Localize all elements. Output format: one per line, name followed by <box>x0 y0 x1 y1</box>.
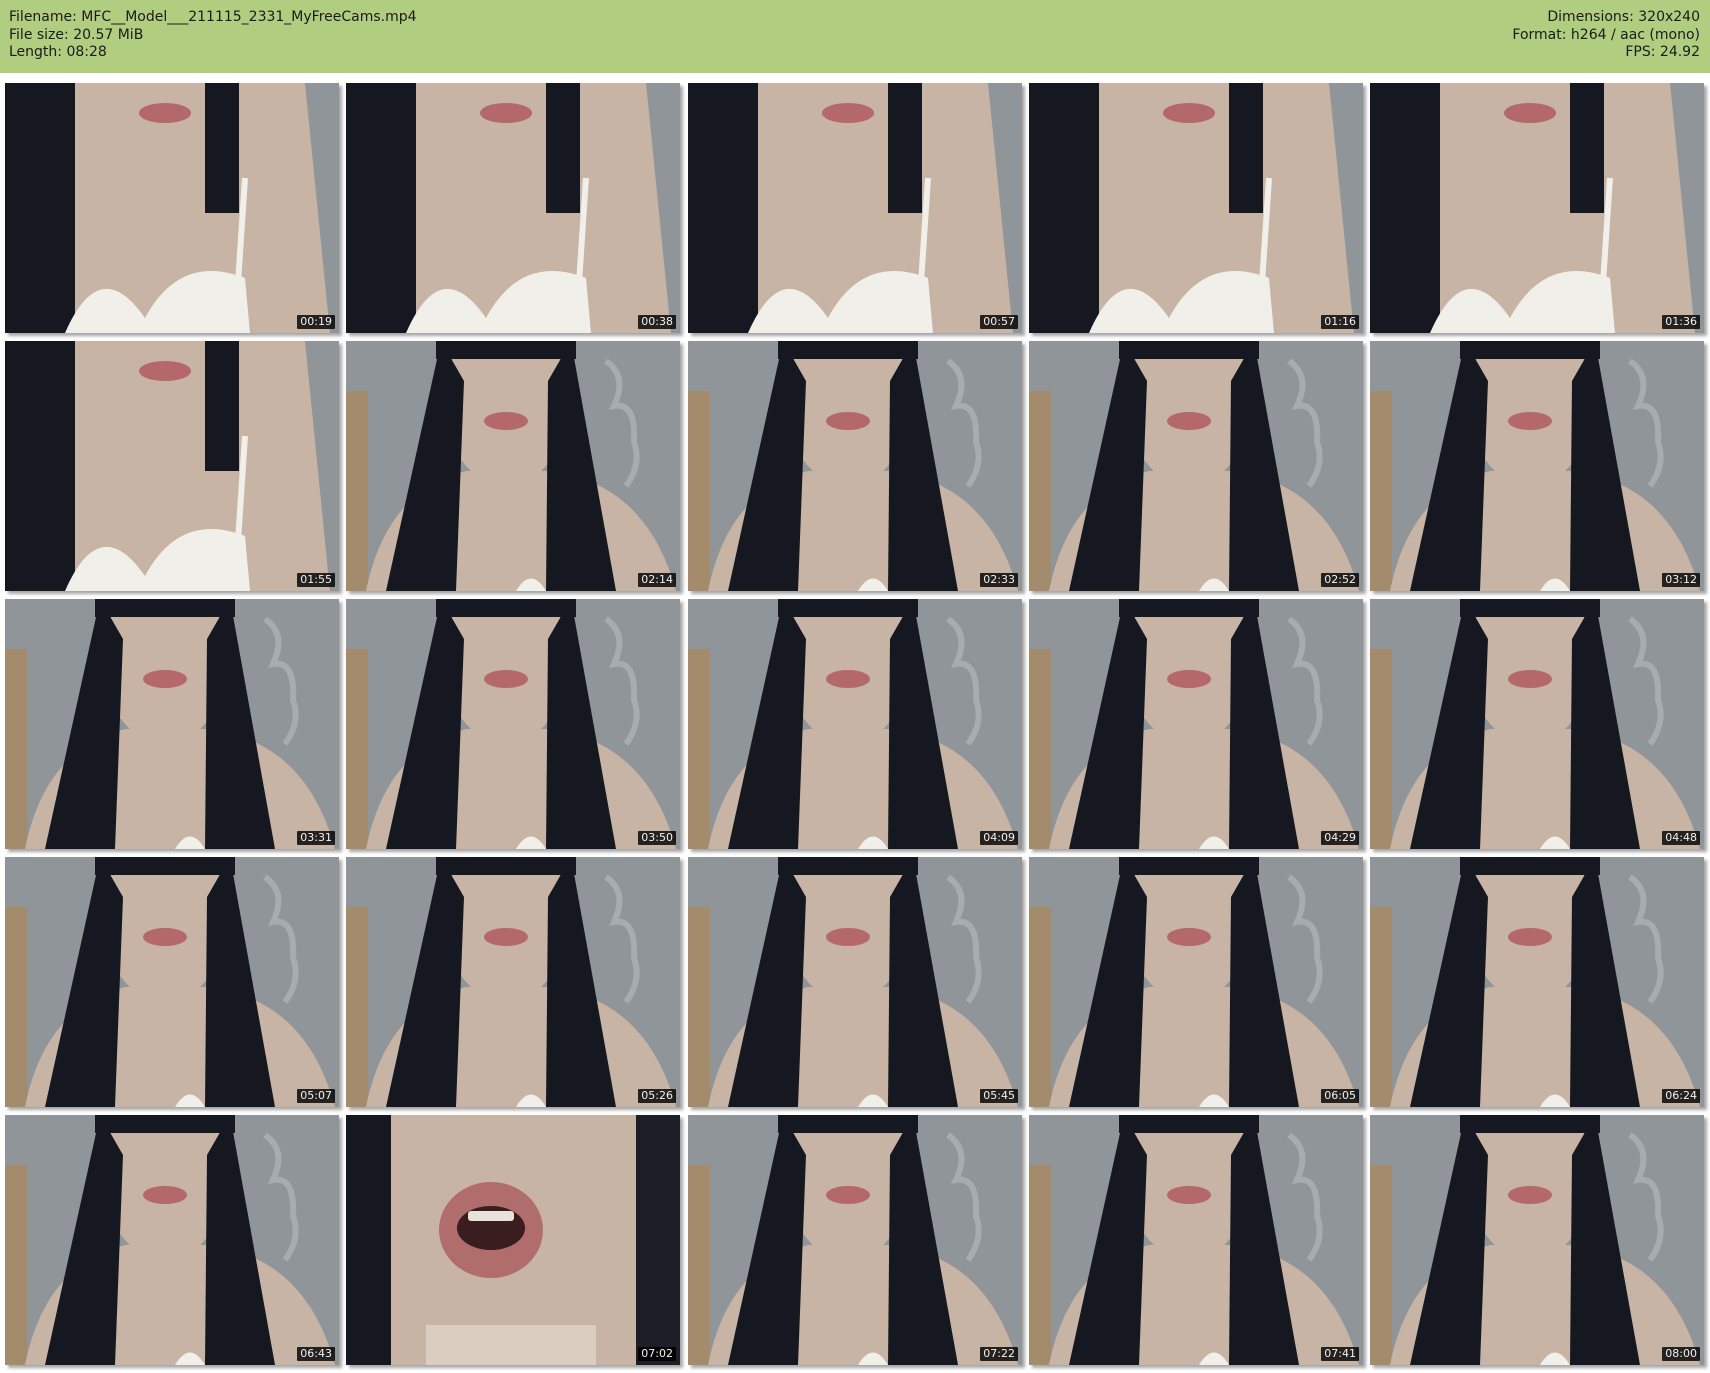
video-frame-thumbnail: 03:31 <box>5 599 339 849</box>
frame-timestamp: 07:22 <box>980 1347 1018 1361</box>
video-frame-thumbnail: 08:00 <box>1370 1115 1704 1365</box>
frame-timestamp: 04:09 <box>980 831 1018 845</box>
video-frame-thumbnail: 03:50 <box>346 599 680 849</box>
frame-timestamp: 06:24 <box>1662 1089 1700 1103</box>
frame-image <box>5 1115 339 1365</box>
frame-image <box>688 341 1022 591</box>
frame-image <box>346 341 680 591</box>
frame-timestamp: 02:52 <box>1321 573 1359 587</box>
frame-image <box>1370 857 1704 1107</box>
video-frame-thumbnail: 05:26 <box>346 857 680 1107</box>
video-frame-thumbnail: 07:02 <box>346 1115 680 1365</box>
frame-image <box>5 341 339 591</box>
frame-image <box>346 599 680 849</box>
frame-timestamp: 02:14 <box>638 573 676 587</box>
frame-timestamp: 06:43 <box>297 1347 335 1361</box>
frame-timestamp: 05:45 <box>980 1089 1018 1103</box>
frame-timestamp: 00:38 <box>638 315 676 329</box>
video-frame-thumbnail: 01:36 <box>1370 83 1704 333</box>
video-frame-thumbnail: 07:41 <box>1029 1115 1363 1365</box>
frame-timestamp: 04:48 <box>1662 831 1700 845</box>
video-frame-thumbnail: 02:14 <box>346 341 680 591</box>
video-frame-thumbnail: 00:19 <box>5 83 339 333</box>
frame-image <box>688 599 1022 849</box>
frame-image <box>1370 341 1704 591</box>
frame-timestamp: 00:19 <box>297 315 335 329</box>
frame-image <box>346 1115 680 1365</box>
video-frame-thumbnail: 06:05 <box>1029 857 1363 1107</box>
frame-image <box>1370 1115 1704 1365</box>
video-frame-thumbnail: 03:12 <box>1370 341 1704 591</box>
video-frame-thumbnail: 01:55 <box>5 341 339 591</box>
frame-timestamp: 07:41 <box>1321 1347 1359 1361</box>
video-frame-thumbnail: 04:48 <box>1370 599 1704 849</box>
video-frame-thumbnail: 06:24 <box>1370 857 1704 1107</box>
frame-timestamp: 03:31 <box>297 831 335 845</box>
frame-image <box>688 83 1022 333</box>
frame-image <box>1370 83 1704 333</box>
frame-timestamp: 08:00 <box>1662 1347 1700 1361</box>
video-frame-thumbnail: 06:43 <box>5 1115 339 1365</box>
frame-timestamp: 06:05 <box>1321 1089 1359 1103</box>
video-frame-thumbnail: 04:09 <box>688 599 1022 849</box>
video-frame-thumbnail: 01:16 <box>1029 83 1363 333</box>
frame-image <box>5 83 339 333</box>
video-frame-thumbnail: 00:38 <box>346 83 680 333</box>
frame-timestamp: 04:29 <box>1321 831 1359 845</box>
frame-image <box>346 83 680 333</box>
video-frame-thumbnail: 02:52 <box>1029 341 1363 591</box>
frame-image <box>1029 599 1363 849</box>
frame-image <box>1029 1115 1363 1365</box>
frame-timestamp: 03:12 <box>1662 573 1700 587</box>
frame-image <box>688 857 1022 1107</box>
video-frame-thumbnail: 00:57 <box>688 83 1022 333</box>
frame-image <box>346 857 680 1107</box>
video-frame-thumbnail: 07:22 <box>688 1115 1022 1365</box>
frame-image <box>688 1115 1022 1365</box>
frame-timestamp: 01:36 <box>1662 315 1700 329</box>
frame-timestamp: 00:57 <box>980 315 1018 329</box>
frame-timestamp: 05:26 <box>638 1089 676 1103</box>
thumbnail-grid: 00:19 00:38 00:57 01:16 01:36 01:55 02:1… <box>0 0 1710 1373</box>
frame-image <box>5 599 339 849</box>
frame-timestamp: 01:55 <box>297 573 335 587</box>
frame-timestamp: 02:33 <box>980 573 1018 587</box>
video-frame-thumbnail: 05:45 <box>688 857 1022 1107</box>
video-frame-thumbnail: 02:33 <box>688 341 1022 591</box>
frame-image <box>1029 341 1363 591</box>
frame-image <box>5 857 339 1107</box>
frame-timestamp: 07:02 <box>638 1347 676 1361</box>
video-frame-thumbnail: 05:07 <box>5 857 339 1107</box>
video-frame-thumbnail: 04:29 <box>1029 599 1363 849</box>
frame-timestamp: 01:16 <box>1321 315 1359 329</box>
frame-timestamp: 05:07 <box>297 1089 335 1103</box>
frame-image <box>1370 599 1704 849</box>
frame-image <box>1029 83 1363 333</box>
frame-timestamp: 03:50 <box>638 831 676 845</box>
frame-image <box>1029 857 1363 1107</box>
